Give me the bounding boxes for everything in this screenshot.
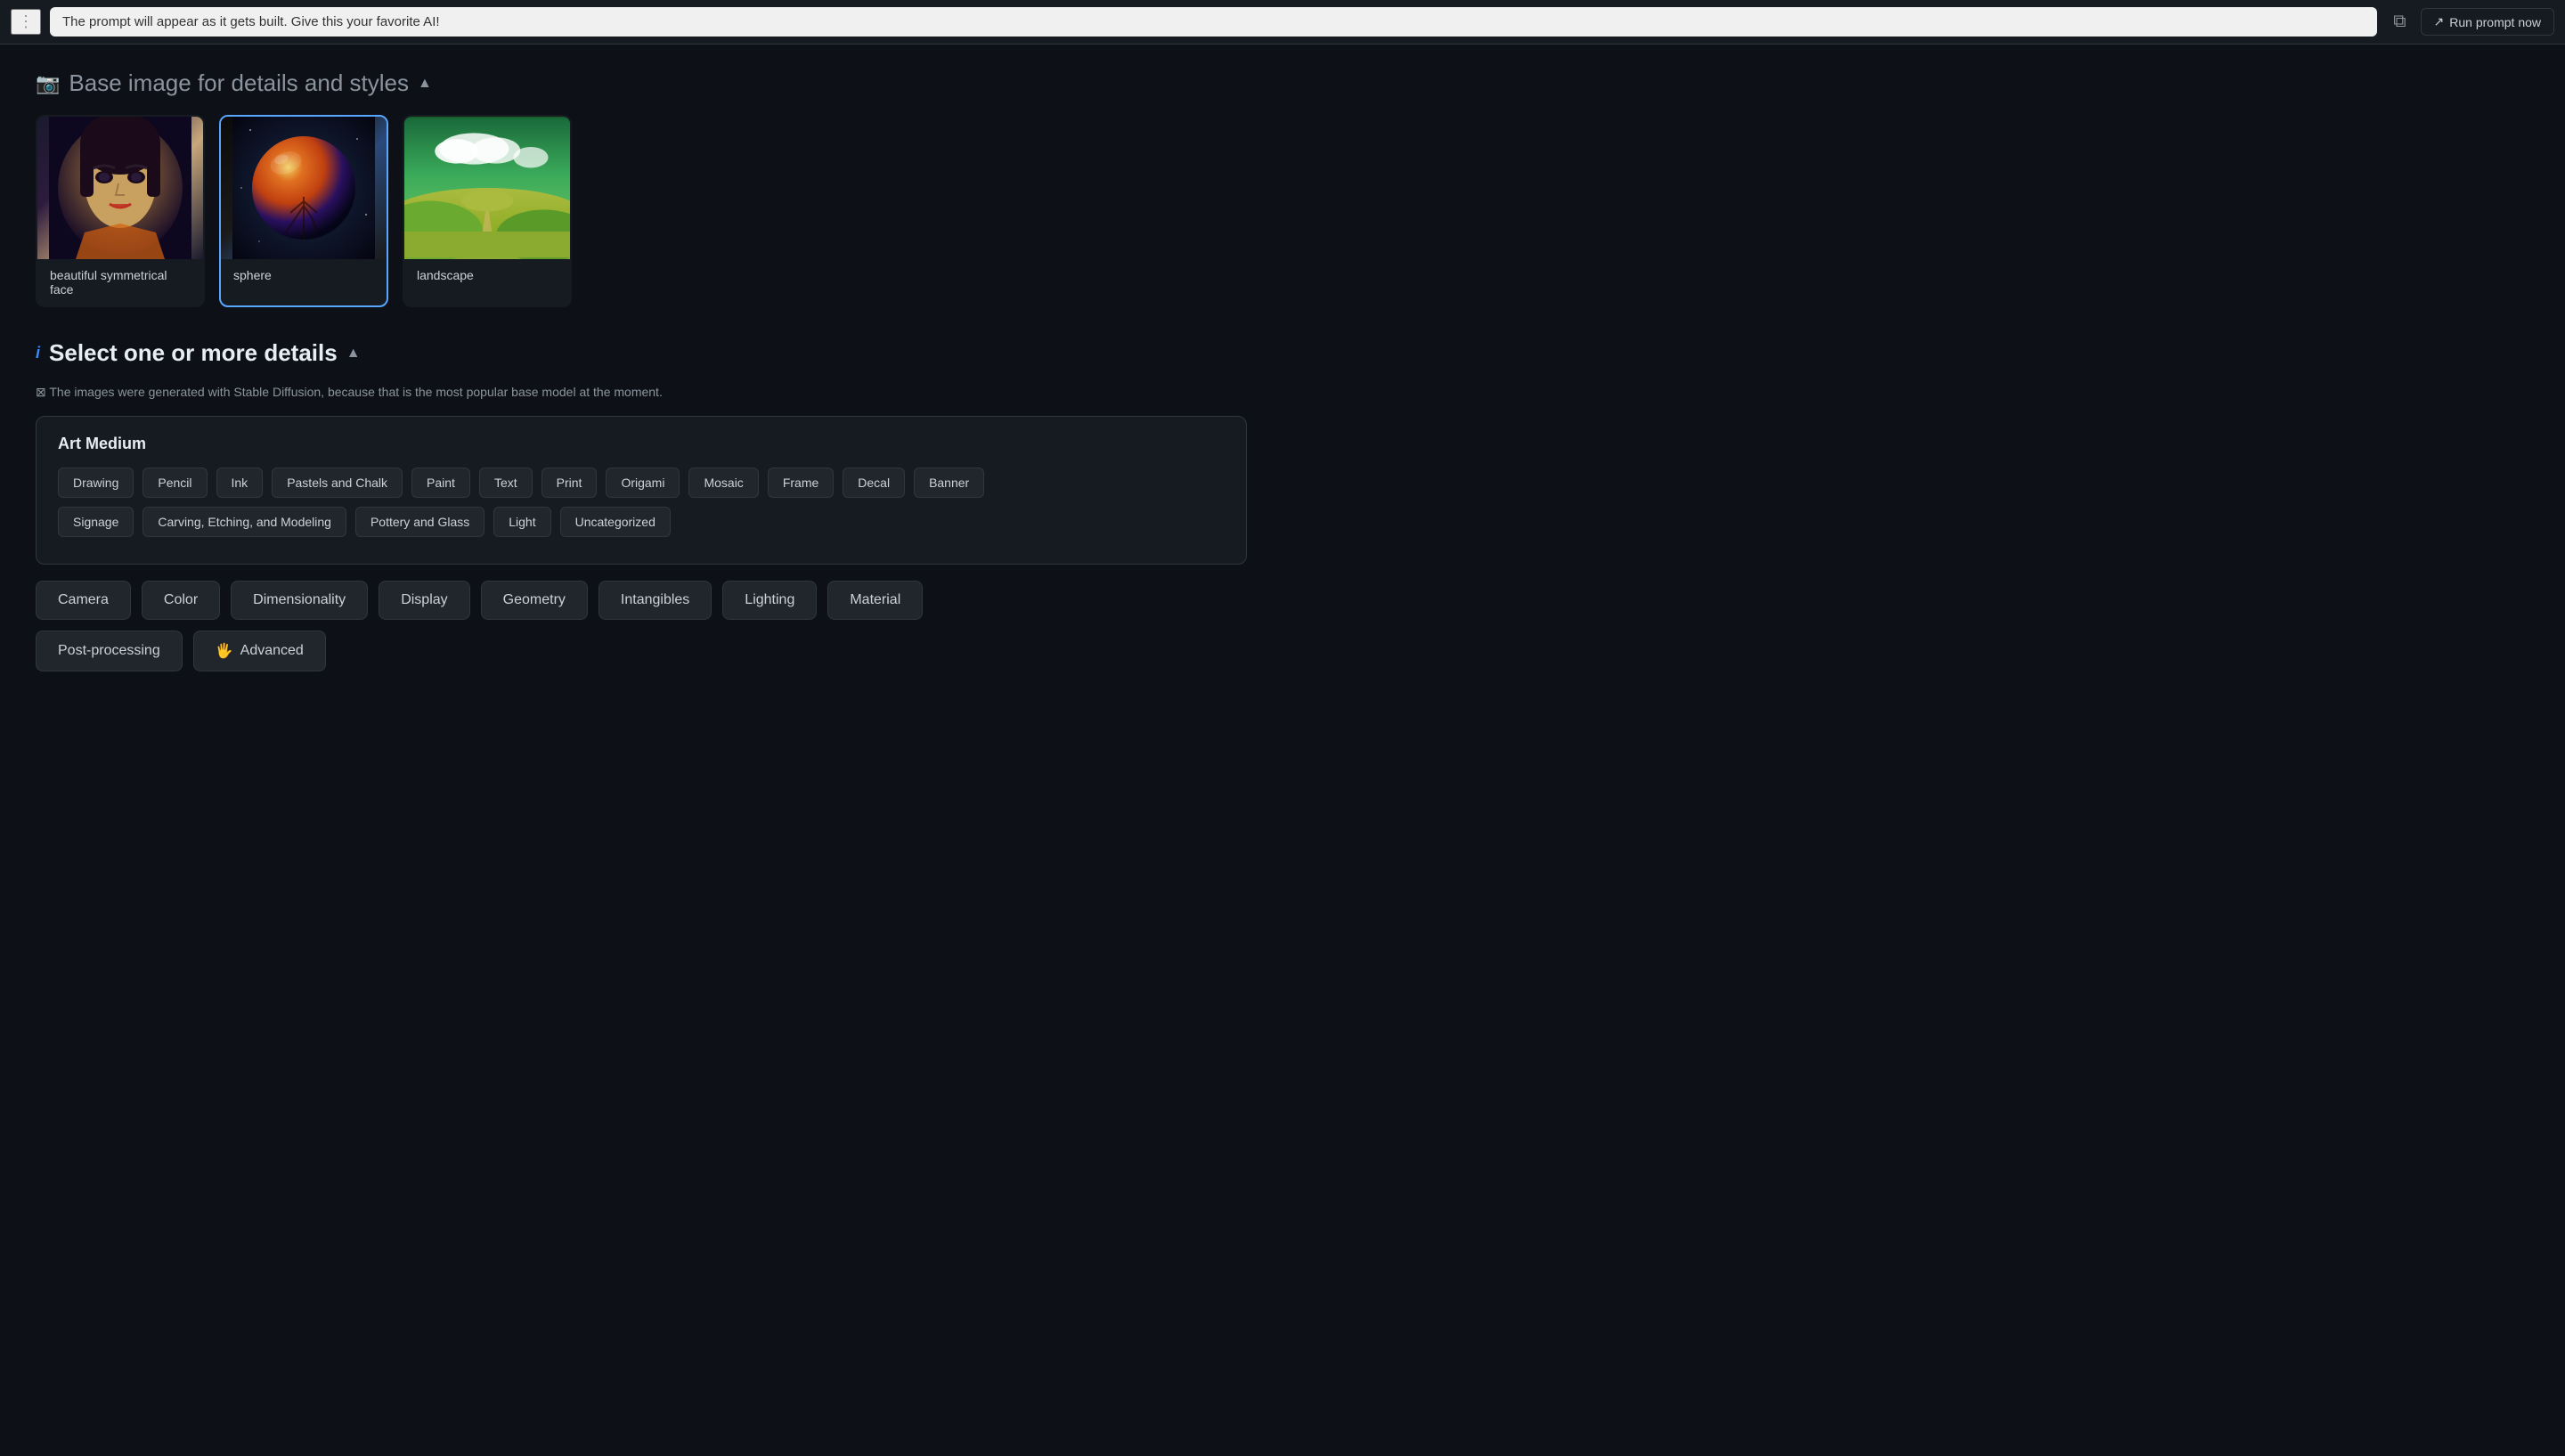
base-image-collapse[interactable]: ▲ <box>418 76 432 92</box>
details-collapse[interactable]: ▲ <box>346 346 361 362</box>
category-camera[interactable]: Camera <box>36 581 131 620</box>
tag-frame[interactable]: Frame <box>768 468 834 498</box>
tag-light[interactable]: Light <box>493 507 550 537</box>
landscape-image <box>404 117 570 259</box>
base-image-title: Base image for details and styles <box>69 69 409 97</box>
face-image <box>37 117 203 259</box>
tag-banner[interactable]: Banner <box>914 468 984 498</box>
camera-icon: 📷 <box>36 72 60 95</box>
art-medium-tags-row2: Signage Carving, Etching, and Modeling P… <box>58 507 1225 537</box>
category-display[interactable]: Display <box>379 581 469 620</box>
tag-origami[interactable]: Origami <box>606 468 680 498</box>
category-geometry[interactable]: Geometry <box>481 581 588 620</box>
face-card-label: beautiful symmetrical face <box>37 259 203 305</box>
info-icon: i <box>36 344 40 362</box>
art-medium-title: Art Medium <box>58 435 1225 453</box>
image-card-sphere[interactable]: sphere <box>219 115 388 307</box>
run-prompt-button[interactable]: ↗ Run prompt now <box>2421 8 2554 36</box>
tag-print[interactable]: Print <box>542 468 598 498</box>
advanced-button[interactable]: 🖐 Advanced <box>193 630 326 671</box>
art-medium-box: Art Medium Drawing Pencil Ink Pastels an… <box>36 416 1247 565</box>
tag-uncategorized[interactable]: Uncategorized <box>560 507 671 537</box>
details-note: ⊠ The images were generated with Stable … <box>36 385 1247 400</box>
run-icon: ↗ <box>2434 14 2445 29</box>
details-header: i Select one or more details ▲ <box>36 339 1247 367</box>
category-lighting[interactable]: Lighting <box>722 581 817 620</box>
tag-ink[interactable]: Ink <box>216 468 264 498</box>
extra-buttons-row: Post-processing 🖐 Advanced <box>36 630 1247 671</box>
tag-decal[interactable]: Decal <box>843 468 905 498</box>
top-bar-actions: ⧉ ↗ Run prompt now <box>2386 8 2554 36</box>
sphere-image <box>221 117 387 259</box>
image-card-face[interactable]: beautiful symmetrical face <box>36 115 205 307</box>
top-bar: ⋮ ⧉ ↗ Run prompt now <box>0 0 2565 45</box>
landscape-card-label: landscape <box>404 259 570 291</box>
run-label: Run prompt now <box>2449 15 2541 29</box>
tag-paint[interactable]: Paint <box>411 468 470 498</box>
postprocessing-button[interactable]: Post-processing <box>36 630 183 671</box>
category-intangibles[interactable]: Intangibles <box>598 581 712 620</box>
tag-pencil[interactable]: Pencil <box>142 468 207 498</box>
copy-button[interactable]: ⧉ <box>2386 8 2413 36</box>
tag-carving[interactable]: Carving, Etching, and Modeling <box>142 507 346 537</box>
details-title: Select one or more details <box>49 339 338 367</box>
advanced-label: Advanced <box>240 643 304 659</box>
base-image-cards: beautiful symmetrical face <box>36 115 1247 307</box>
tag-mosaic[interactable]: Mosaic <box>688 468 758 498</box>
category-material[interactable]: Material <box>827 581 923 620</box>
prompt-input[interactable] <box>50 7 2377 37</box>
image-card-landscape[interactable]: landscape <box>403 115 572 307</box>
tag-text[interactable]: Text <box>479 468 533 498</box>
category-row: Camera Color Dimensionality Display Geom… <box>36 581 1247 620</box>
menu-dots-button[interactable]: ⋮ <box>11 9 41 35</box>
category-dimensionality[interactable]: Dimensionality <box>231 581 368 620</box>
tag-signage[interactable]: Signage <box>58 507 134 537</box>
main-content: 📷 Base image for details and styles ▲ <box>0 45 1282 707</box>
tag-drawing[interactable]: Drawing <box>58 468 134 498</box>
art-medium-tags-row1: Drawing Pencil Ink Pastels and Chalk Pai… <box>58 468 1225 498</box>
tag-pastels-chalk[interactable]: Pastels and Chalk <box>272 468 403 498</box>
advanced-icon: 🖐 <box>216 642 233 660</box>
tag-pottery[interactable]: Pottery and Glass <box>355 507 484 537</box>
base-image-header: 📷 Base image for details and styles ▲ <box>36 69 1247 97</box>
category-color[interactable]: Color <box>142 581 220 620</box>
sphere-card-label: sphere <box>221 259 387 291</box>
